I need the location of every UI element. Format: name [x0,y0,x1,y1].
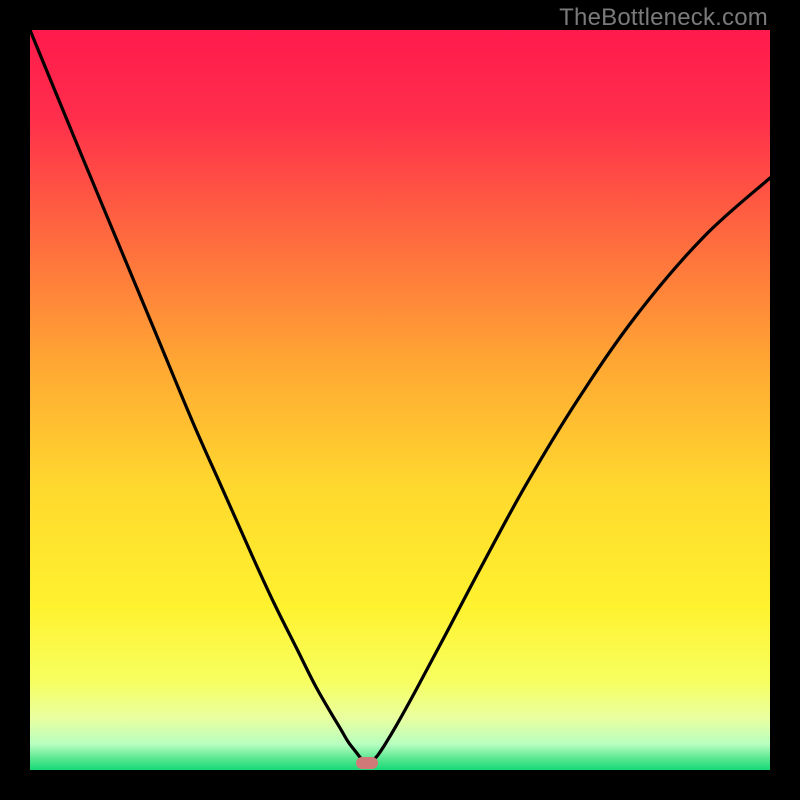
watermark-text: TheBottleneck.com [559,4,768,32]
chart-frame [30,30,770,770]
min-marker [356,757,378,769]
chart-plot [30,30,770,770]
chart-background [30,30,770,770]
